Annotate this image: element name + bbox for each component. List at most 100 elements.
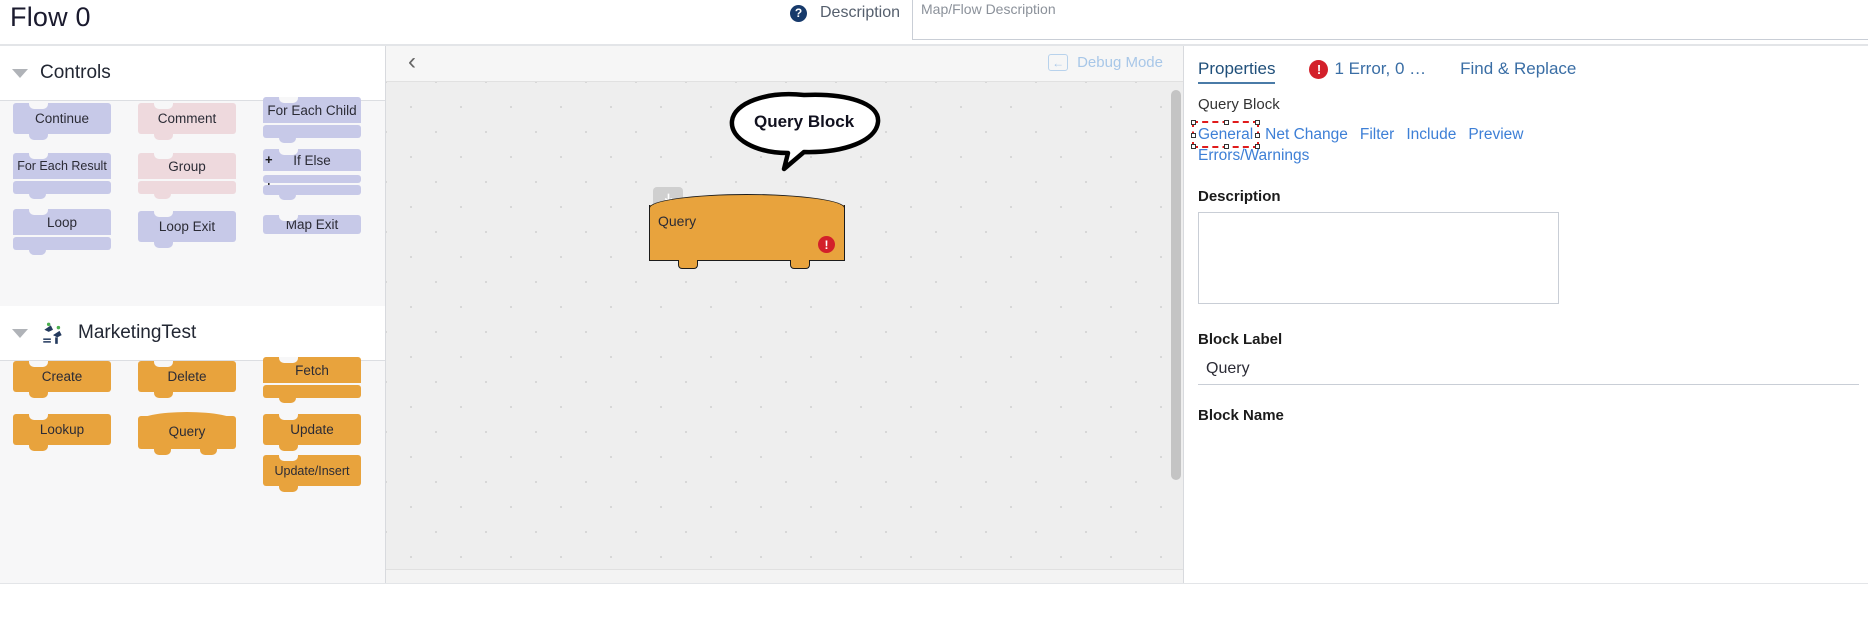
palette-block-fetch[interactable]: Fetch + xyxy=(263,357,361,403)
block-tab xyxy=(279,445,298,451)
block-palette[interactable]: Controls Continue Comment For Each Child… xyxy=(0,46,386,583)
tab-find-replace[interactable]: Find & Replace xyxy=(1460,46,1576,92)
block-tab xyxy=(154,134,173,140)
description-label: Description xyxy=(820,4,901,21)
palette-block-delete[interactable]: Delete xyxy=(138,361,236,398)
palette-block-group[interactable]: Group + xyxy=(138,153,236,199)
palette-section-title: MarketingTest xyxy=(78,322,197,343)
tab-label: Find & Replace xyxy=(1460,59,1577,78)
canvas-grid[interactable]: Query Block Query ! xyxy=(386,82,1183,583)
subtab-include[interactable]: Include xyxy=(1406,124,1456,145)
palette-block-lookup[interactable]: Lookup xyxy=(13,414,111,451)
block-notch xyxy=(279,97,298,103)
description-group: ? Description xyxy=(790,4,900,22)
add-icon[interactable]: + xyxy=(265,153,273,166)
controls-blocks: Continue Comment For Each Child + For Ea… xyxy=(0,97,385,306)
palette-section-controls-header[interactable]: Controls xyxy=(0,46,385,101)
marketing-logo-icon xyxy=(43,322,62,344)
palette-block-for-each-child[interactable]: For Each Child + xyxy=(263,97,361,143)
selection-handle xyxy=(1191,132,1196,138)
block-notch xyxy=(279,357,298,363)
block-tab xyxy=(154,392,173,398)
palette-block-label: Lookup xyxy=(39,422,85,437)
palette-block-label: Fetch xyxy=(295,362,329,378)
marketingtest-blocks: Create Delete Fetch + Lookup xyxy=(0,357,385,561)
palette-block-label: Continue xyxy=(34,111,90,126)
palette-block-update-insert[interactable]: Update/Insert xyxy=(263,455,361,492)
selection-handle xyxy=(1191,120,1196,125)
palette-block-label: For Each Result xyxy=(17,159,107,173)
block-tab xyxy=(29,134,48,140)
flow-canvas[interactable]: ‹ ← Debug Mode Query Block Query ! xyxy=(386,46,1183,583)
block-notch xyxy=(154,211,173,217)
annotation-callout-text: Query Block xyxy=(754,112,855,131)
block-description-input[interactable] xyxy=(1198,212,1559,304)
block-curved-top xyxy=(138,412,236,422)
subtab-errors-warnings[interactable]: Errors/Warnings xyxy=(1198,145,1309,166)
map-flow-description-input[interactable] xyxy=(912,0,1868,40)
block-tab xyxy=(154,194,171,199)
subtab-net-change[interactable]: Net Change xyxy=(1265,124,1348,145)
palette-section-marketingtest-header[interactable]: MarketingTest xyxy=(0,306,385,361)
block-tab xyxy=(279,138,296,143)
chevron-down-icon[interactable] xyxy=(12,68,28,78)
palette-block-label: Update xyxy=(290,422,334,437)
selection-handle xyxy=(1223,120,1229,125)
error-exclamation-icon[interactable]: ! xyxy=(818,236,835,253)
palette-block-update[interactable]: Update xyxy=(263,414,361,451)
block-bottom-bar xyxy=(13,237,111,255)
block-tab xyxy=(154,449,171,455)
subtab-label: Net Change xyxy=(1265,126,1348,143)
palette-block-comment[interactable]: Comment xyxy=(138,103,236,140)
subtab-general[interactable]: General xyxy=(1191,120,1261,149)
chevron-down-icon[interactable] xyxy=(12,328,28,338)
palette-block-label: For Each Child xyxy=(267,102,357,118)
palette-block-label: Query xyxy=(168,424,206,439)
arrow-left-icon: ← xyxy=(1048,54,1069,71)
canvas-horizontal-scrollbar[interactable] xyxy=(386,569,1183,583)
block-kind-label: Query Block xyxy=(1198,96,1280,113)
block-tab xyxy=(29,250,46,255)
block-tab xyxy=(29,392,48,398)
debug-mode-label: Debug Mode xyxy=(1077,54,1163,71)
block-notch xyxy=(154,103,173,109)
bottom-bar xyxy=(0,583,1868,625)
tab-errors[interactable]: ! 1 Error, 0 … xyxy=(1309,46,1426,92)
subtab-preview[interactable]: Preview xyxy=(1468,124,1523,145)
selection-handle xyxy=(1191,144,1196,149)
block-tab xyxy=(279,398,296,403)
palette-block-create[interactable]: Create xyxy=(13,361,111,398)
palette-block-label: If Else xyxy=(293,152,331,168)
palette-block-continue[interactable]: Continue xyxy=(13,103,111,140)
palette-block-if-else[interactable]: If Else + + xyxy=(263,149,361,200)
palette-block-map-exit[interactable]: Map Exit xyxy=(263,215,361,234)
chevron-left-icon[interactable]: ‹ xyxy=(408,50,416,74)
page-title: Flow 0 xyxy=(10,2,91,32)
question-mark-icon[interactable]: ? xyxy=(790,4,807,22)
description-field-label: Description xyxy=(1198,188,1281,205)
error-exclamation-icon: ! xyxy=(1309,59,1329,79)
debug-mode-button[interactable]: ← Debug Mode xyxy=(1048,54,1163,71)
properties-tabbar: Properties ! 1 Error, 0 … Find & Replace xyxy=(1184,46,1868,92)
block-notch xyxy=(279,455,298,461)
properties-panel: Properties ! 1 Error, 0 … Find & Replace… xyxy=(1183,46,1868,583)
block-tab xyxy=(678,260,698,269)
subtab-label: Errors/Warnings xyxy=(1198,147,1310,164)
subtab-filter[interactable]: Filter xyxy=(1360,124,1394,145)
subtab-label: Include xyxy=(1406,126,1457,143)
subtab-label: Filter xyxy=(1359,126,1395,143)
block-label-input[interactable] xyxy=(1198,355,1859,385)
palette-block-query[interactable]: Query xyxy=(138,412,236,455)
block-bottom-bar xyxy=(263,385,361,403)
annotation-callout xyxy=(729,92,881,172)
canvas-block-body[interactable]: Query ! xyxy=(648,194,845,269)
canvas-vertical-scrollbar[interactable] xyxy=(1171,90,1181,480)
palette-block-for-each-result[interactable]: For Each Result + xyxy=(13,153,111,199)
palette-block-loop-exit[interactable]: Loop Exit xyxy=(138,211,236,248)
block-bottom-bar xyxy=(138,181,236,199)
canvas-block-query[interactable]: Query ! xyxy=(648,187,845,269)
palette-block-loop[interactable]: Loop + xyxy=(13,209,111,255)
block-notch xyxy=(29,103,48,109)
palette-block-label: Loop Exit xyxy=(158,219,216,234)
tab-properties[interactable]: Properties xyxy=(1198,46,1276,92)
